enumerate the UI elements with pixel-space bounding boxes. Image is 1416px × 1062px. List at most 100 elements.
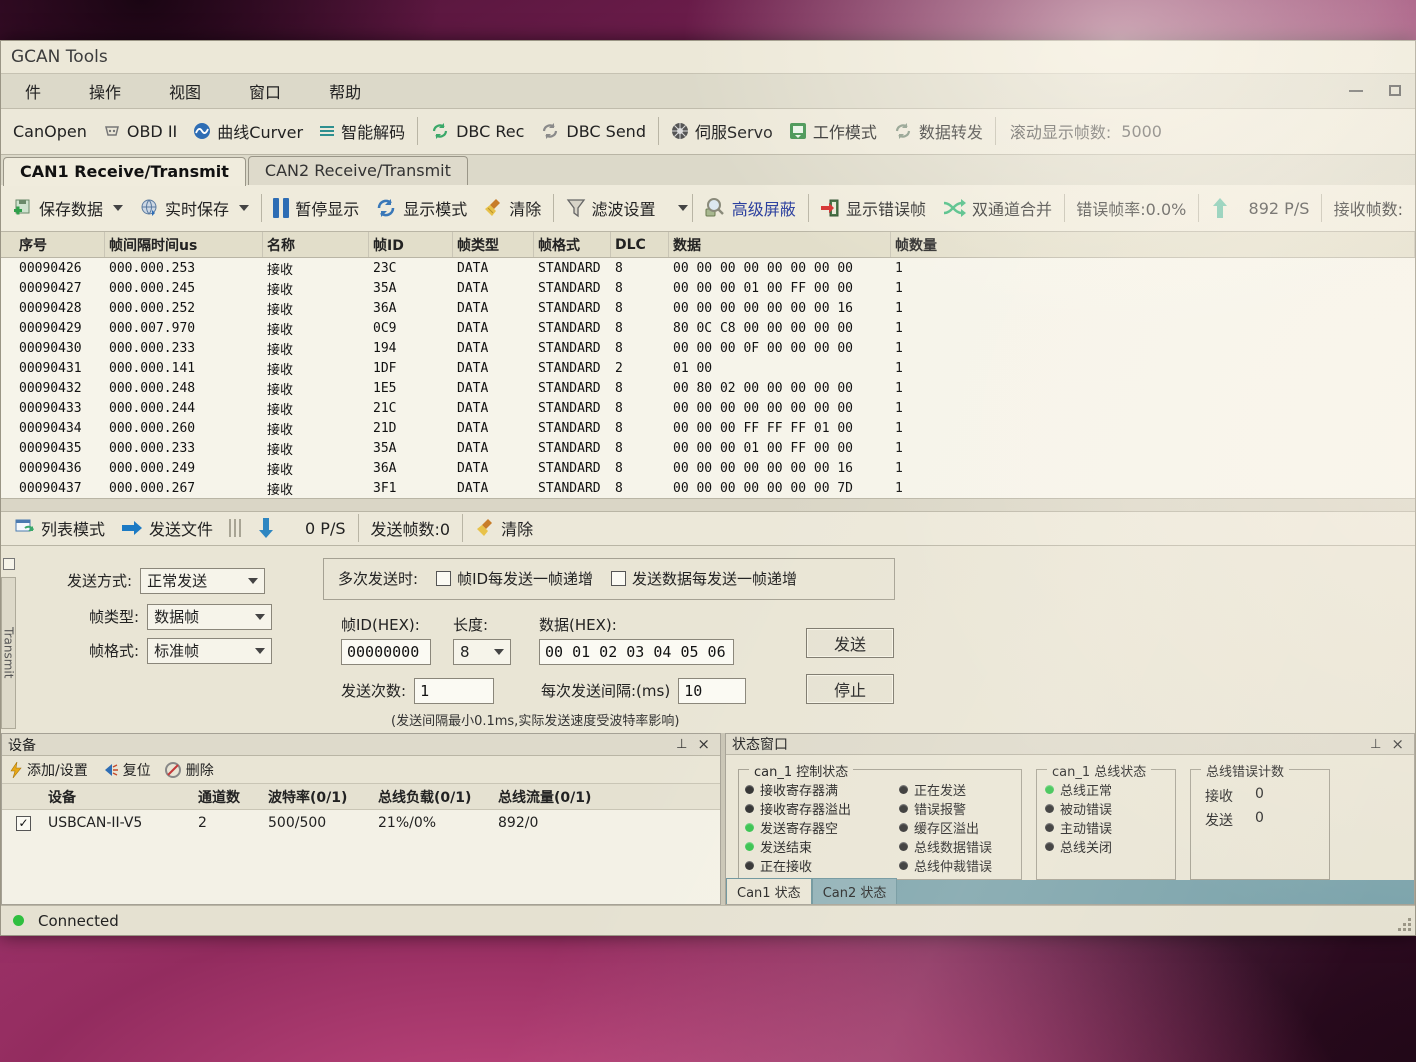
menu-item[interactable]: 帮助 — [305, 74, 385, 108]
dbc-send-button[interactable]: DBC Send — [532, 109, 654, 154]
dual-merge-button[interactable]: 双通道合并 — [934, 185, 1060, 232]
column-header[interactable]: 通道数 — [192, 787, 262, 807]
device-row[interactable]: USBCAN-II-V5 2 500/500 21%/0% 892/0 — [2, 810, 720, 836]
send-mode-select[interactable]: 正常发送 — [140, 568, 265, 594]
device-checkbox[interactable] — [16, 816, 31, 831]
menu-item[interactable]: 件 — [1, 74, 65, 108]
chevron-down-icon[interactable] — [239, 205, 249, 211]
table-row[interactable]: 00090431000.000.141 接收1DF DATASTANDARD 2… — [1, 358, 1415, 378]
table-row[interactable]: 00090430000.000.233 接收194 DATASTANDARD 8… — [1, 338, 1415, 358]
pause-display-button[interactable]: 暂停显示 — [265, 185, 367, 232]
column-header[interactable]: 帧格式 — [534, 232, 611, 257]
inc-frame-id-checkbox[interactable] — [436, 571, 451, 586]
curve-button[interactable]: 曲线Curver — [185, 109, 311, 154]
reset-icon — [102, 763, 118, 777]
filter-combo[interactable] — [664, 205, 688, 211]
chevron-down-icon[interactable] — [113, 205, 123, 211]
stop-button[interactable]: 停止 — [806, 674, 894, 704]
send-button[interactable]: 发送 — [806, 628, 894, 658]
table-row[interactable]: 00090427000.000.245 接收35A DATASTANDARD 8… — [1, 278, 1415, 298]
menu-item[interactable]: 窗口 — [225, 74, 305, 108]
column-header[interactable]: 数据 — [669, 232, 891, 257]
column-header[interactable]: 总线负载(0/1) — [372, 787, 492, 807]
show-error-frames-button[interactable]: 显示错误帧 — [812, 185, 934, 232]
delete-device-button[interactable]: 删除 — [165, 760, 214, 780]
column-header[interactable]: 帧类型 — [453, 232, 534, 257]
table-row[interactable]: 00090437000.000.267 接收3F1 DATASTANDARD 8… — [1, 478, 1415, 497]
table-row[interactable]: 00090433000.000.244 接收21C DATASTANDARD 8… — [1, 398, 1415, 418]
dbc-rec-button[interactable]: DBC Rec — [422, 109, 532, 154]
add-device-button[interactable]: 添加/设置 — [10, 760, 88, 780]
status-led-item: 被动错误 — [1045, 799, 1167, 818]
table-row[interactable]: 00090428000.000.252 接收36A DATASTANDARD 8… — [1, 298, 1415, 318]
work-mode-button[interactable]: 工作模式 — [781, 109, 885, 154]
tab-can2[interactable]: CAN2 Receive/Transmit — [248, 156, 468, 185]
obd-button[interactable]: OBD II — [95, 109, 185, 154]
table-row[interactable]: 00090432000.000.248 接收1E5 DATASTANDARD 8… — [1, 378, 1415, 398]
connector-icon — [103, 122, 121, 140]
servo-icon — [671, 122, 689, 140]
table-row[interactable]: 00090436000.000.249 接收36A DATASTANDARD 8… — [1, 458, 1415, 478]
servo-button[interactable]: 伺服Servo — [663, 109, 781, 154]
transmit-vertical-tab[interactable]: Transmit — [1, 577, 16, 729]
menu-item[interactable]: 操作 — [65, 74, 145, 108]
column-header[interactable]: 帧数量 — [891, 232, 1415, 257]
tab-can1-status[interactable]: Can1 状态 — [726, 878, 812, 904]
column-header[interactable]: 名称 — [263, 232, 369, 257]
minimize-icon[interactable] — [1349, 90, 1363, 92]
data-forward-button[interactable]: 数据转发 — [885, 109, 991, 154]
canopen-button[interactable]: CanOpen — [5, 109, 95, 154]
interval-input[interactable] — [678, 678, 746, 704]
toolbar-separator — [462, 514, 463, 542]
data-hex-input[interactable] — [539, 639, 734, 665]
table-row[interactable]: 00090426000.000.253 接收23C DATASTANDARD 8… — [1, 258, 1415, 278]
toolbar-grip[interactable] — [229, 519, 241, 537]
frame-format-select[interactable]: 标准帧 — [147, 638, 272, 664]
column-header[interactable]: 总线流量(0/1) — [492, 787, 720, 807]
column-header[interactable]: 帧间隔时间us — [105, 232, 263, 257]
splitter-box[interactable] — [3, 558, 15, 570]
table-row[interactable]: 00090429000.007.970 接收0C9 DATASTANDARD 8… — [1, 318, 1415, 338]
refresh-green-icon — [430, 121, 450, 141]
clear-button[interactable]: 清除 — [475, 185, 549, 232]
error-rate-value: 错误帧率:0.0% — [1068, 185, 1194, 232]
display-mode-button[interactable]: 显示模式 — [367, 185, 475, 232]
close-icon[interactable]: × — [1391, 737, 1404, 752]
frame-id-input[interactable] — [341, 639, 431, 665]
frame-type-select[interactable]: 数据帧 — [147, 604, 272, 630]
reset-device-button[interactable]: 复位 — [102, 760, 151, 780]
table-row[interactable]: 00090435000.000.233 接收35A DATASTANDARD 8… — [1, 438, 1415, 458]
save-data-button[interactable]: 保存数据 — [5, 185, 131, 232]
inc-data-checkbox[interactable] — [611, 571, 626, 586]
transmit-clear-button[interactable]: 清除 — [467, 512, 541, 545]
column-header[interactable]: 设备 — [42, 787, 192, 807]
column-header[interactable]: DLC — [611, 232, 669, 257]
arrow-down-icon — [257, 517, 275, 539]
error-door-icon — [820, 198, 840, 218]
close-icon[interactable]: × — [697, 737, 710, 752]
led-icon — [745, 785, 754, 794]
filter-settings-button[interactable]: 滤波设置 — [558, 185, 664, 232]
tab-can2-status[interactable]: Can2 状态 — [812, 878, 898, 904]
chevron-down-icon — [248, 578, 258, 584]
column-header[interactable]: 序号 — [15, 232, 105, 257]
pin-icon[interactable]: ⊥ — [676, 737, 687, 752]
advanced-mask-button[interactable]: 高级屏蔽 — [696, 185, 804, 232]
list-mode-button[interactable]: 列表模式 — [7, 512, 113, 545]
receive-count-label: 接收帧数: — [1326, 185, 1411, 232]
table-row[interactable]: 00090434000.000.260 接收21D DATASTANDARD 8… — [1, 418, 1415, 438]
resize-grip[interactable] — [1397, 917, 1411, 931]
frame-type-label: 帧类型: — [89, 606, 139, 627]
send-file-button[interactable]: 发送文件 — [113, 512, 221, 545]
decode-button[interactable]: 智能解码 — [311, 109, 413, 154]
pin-icon[interactable]: ⊥ — [1370, 737, 1381, 752]
status-led-item: 总线关闭 — [1045, 837, 1167, 856]
length-select[interactable]: 8 — [453, 639, 511, 665]
tab-can1[interactable]: CAN1 Receive/Transmit — [3, 157, 246, 186]
column-header[interactable]: 帧ID — [369, 232, 453, 257]
realtime-save-button[interactable]: 实时保存 — [131, 185, 257, 232]
send-count-input[interactable] — [414, 678, 494, 704]
maximize-icon[interactable] — [1389, 85, 1401, 96]
menu-item[interactable]: 视图 — [145, 74, 225, 108]
column-header[interactable]: 波特率(0/1) — [262, 787, 372, 807]
